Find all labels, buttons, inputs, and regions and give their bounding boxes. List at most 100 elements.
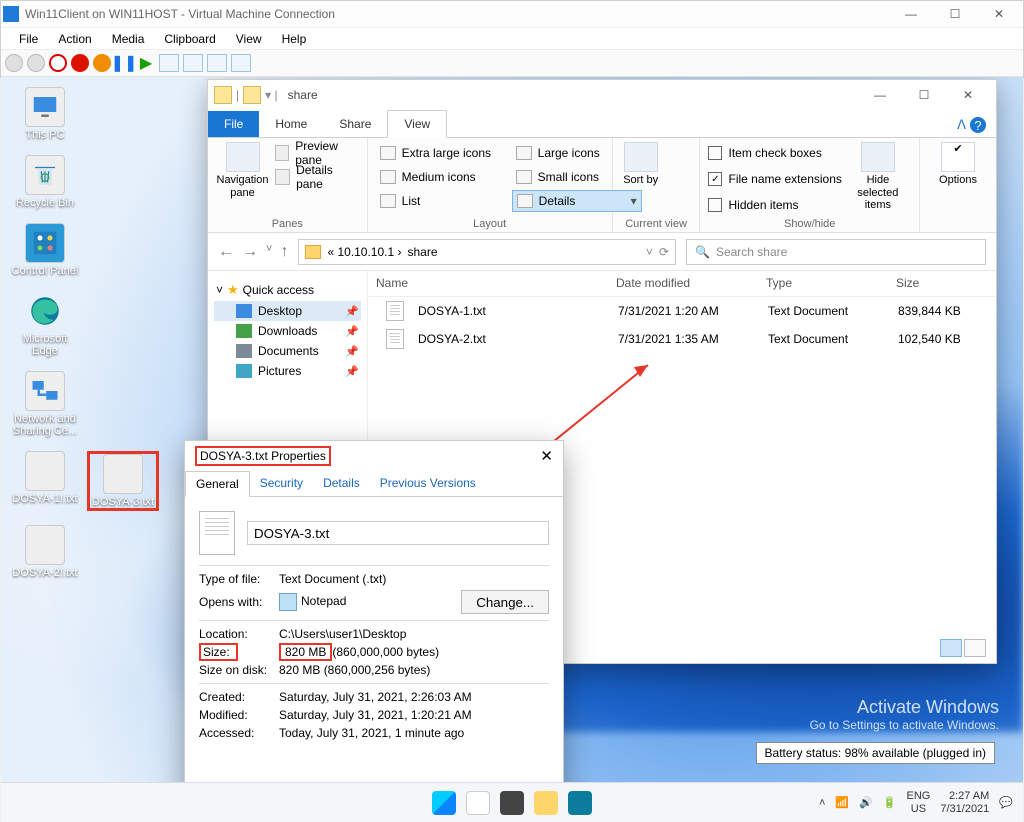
- control-panel-icon[interactable]: Control Panel: [9, 223, 81, 277]
- item-check-boxes-toggle[interactable]: Item check boxes: [708, 142, 841, 164]
- file-row[interactable]: DOSYA-1.txt 7/31/2021 1:20 AM Text Docum…: [368, 297, 996, 325]
- tray-chevron-icon[interactable]: ˄: [819, 797, 825, 809]
- properties-dialog[interactable]: DOSYA-3.txt Properties ✕ General Securit…: [184, 440, 564, 810]
- menu-media[interactable]: Media: [102, 32, 155, 46]
- menu-file[interactable]: File: [9, 32, 48, 46]
- volume-tray-icon[interactable]: 🔊: [859, 796, 873, 809]
- layout-list[interactable]: List: [376, 190, 506, 212]
- breadcrumb-item[interactable]: share: [408, 245, 438, 259]
- group-by-icon[interactable]: [667, 144, 691, 162]
- tab-file[interactable]: File: [208, 111, 259, 137]
- tab-view[interactable]: View: [387, 110, 447, 138]
- menu-clipboard[interactable]: Clipboard: [154, 32, 225, 46]
- file-row[interactable]: DOSYA-2.txt 7/31/2021 1:35 AM Text Docum…: [368, 325, 996, 353]
- desktop-file-dosya1[interactable]: DOSYA-1!.txt: [9, 451, 81, 511]
- notifications-icon[interactable]: 💬: [999, 796, 1013, 809]
- help-icon[interactable]: ?: [970, 117, 986, 133]
- preview-pane-button[interactable]: Preview pane: [275, 142, 359, 164]
- tab-details[interactable]: Details: [313, 471, 370, 496]
- language-indicator[interactable]: ENGUS: [907, 790, 931, 814]
- revert-icon[interactable]: [183, 54, 203, 72]
- save-icon[interactable]: [93, 54, 111, 72]
- icons-view-button[interactable]: [964, 639, 986, 657]
- ctrl-alt-del-icon[interactable]: [5, 54, 23, 72]
- refresh-button[interactable]: ⟳: [659, 245, 669, 259]
- clock[interactable]: 2:27 AM7/31/2021: [940, 790, 989, 814]
- chevron-up-icon[interactable]: ᐱ: [957, 117, 966, 133]
- tab-previous-versions[interactable]: Previous Versions: [370, 471, 486, 496]
- properties-titlebar[interactable]: DOSYA-3.txt Properties ✕: [185, 441, 563, 471]
- col-date[interactable]: Date modified: [608, 271, 758, 296]
- minimize-button[interactable]: —: [889, 1, 933, 27]
- recycle-bin-icon[interactable]: Recycle Bin: [9, 155, 81, 209]
- nav-pictures[interactable]: Pictures📌: [214, 361, 361, 381]
- chevron-down-icon[interactable]: ▾ |: [265, 88, 277, 102]
- menu-view[interactable]: View: [226, 32, 272, 46]
- maximize-button[interactable]: ☐: [933, 1, 977, 27]
- up-button[interactable]: ↑: [280, 243, 288, 261]
- minimize-button[interactable]: —: [858, 80, 902, 110]
- close-button[interactable]: ✕: [946, 80, 990, 110]
- col-size[interactable]: Size: [888, 271, 996, 296]
- start-icon[interactable]: ▶: [137, 54, 155, 72]
- folder-icon[interactable]: [243, 86, 261, 104]
- menu-help[interactable]: Help: [272, 32, 317, 46]
- microsoft-edge-icon[interactable]: Microsoft Edge: [9, 291, 81, 357]
- hide-selected-button[interactable]: Hide selected items: [848, 142, 908, 212]
- tab-home[interactable]: Home: [259, 111, 323, 137]
- close-button[interactable]: ✕: [977, 1, 1021, 27]
- ribbon-help[interactable]: ᐱ?: [947, 113, 996, 137]
- hidden-items-toggle[interactable]: Hidden items: [708, 194, 841, 216]
- network-tray-icon[interactable]: 📶: [835, 796, 849, 809]
- edge-taskbar-icon[interactable]: [568, 791, 592, 815]
- menu-action[interactable]: Action: [48, 32, 101, 46]
- taskview-button[interactable]: [500, 791, 524, 815]
- close-button[interactable]: ✕: [540, 447, 553, 465]
- search-button[interactable]: [466, 791, 490, 815]
- options-button[interactable]: ✔Options: [928, 142, 988, 187]
- desktop-file-dosya2[interactable]: DOSYA-2!.txt: [9, 525, 81, 579]
- history-chevron-icon[interactable]: ˅: [266, 243, 272, 261]
- tab-share[interactable]: Share: [323, 111, 387, 137]
- toolbar-btn[interactable]: [27, 54, 45, 72]
- details-pane-button[interactable]: Details pane: [275, 166, 359, 188]
- this-pc-icon[interactable]: This PC: [9, 87, 81, 141]
- pause-icon[interactable]: ❚❚: [115, 54, 133, 72]
- shutdown-icon[interactable]: [71, 54, 89, 72]
- vm-titlebar[interactable]: Win11Client on WIN11HOST - Virtual Machi…: [1, 1, 1023, 27]
- maximize-button[interactable]: ☐: [902, 80, 946, 110]
- taskbar[interactable]: ˄ 📶 🔊 🔋 ENGUS 2:27 AM7/31/2021 💬: [1, 782, 1023, 822]
- chevron-down-icon[interactable]: ˅: [646, 245, 653, 259]
- forward-button[interactable]: →: [242, 243, 258, 261]
- system-tray[interactable]: ˄ 📶 🔊 🔋 ENGUS 2:27 AM7/31/2021 💬: [819, 790, 1013, 814]
- column-headers[interactable]: Name Date modified Type Size: [368, 271, 996, 297]
- desktop-file-dosya3[interactable]: DOSYA-3.txt: [87, 451, 159, 511]
- nav-downloads[interactable]: Downloads📌: [214, 321, 361, 341]
- details-view-button[interactable]: [940, 639, 962, 657]
- col-name[interactable]: Name: [368, 271, 608, 296]
- turn-off-icon[interactable]: [49, 54, 67, 72]
- network-sharing-icon[interactable]: Network and Sharing Ce...: [9, 371, 81, 437]
- layout-medium[interactable]: Medium icons: [376, 166, 506, 188]
- checkpoint-icon[interactable]: [159, 54, 179, 72]
- tab-security[interactable]: Security: [250, 471, 313, 496]
- col-type[interactable]: Type: [758, 271, 888, 296]
- nav-documents[interactable]: Documents📌: [214, 341, 361, 361]
- battery-tray-icon[interactable]: 🔋: [883, 796, 897, 809]
- enhanced-session-icon[interactable]: [207, 54, 227, 72]
- layout-extra-large[interactable]: Extra large icons: [376, 142, 506, 164]
- explorer-taskbar-icon[interactable]: [534, 791, 558, 815]
- navigation-pane-button[interactable]: Navigation pane: [216, 142, 269, 199]
- file-name-extensions-toggle[interactable]: File name extensions: [708, 168, 841, 190]
- nav-desktop[interactable]: Desktop📌: [214, 301, 361, 321]
- start-button[interactable]: [432, 791, 456, 815]
- share-icon[interactable]: [231, 54, 251, 72]
- back-button[interactable]: ←: [218, 243, 234, 261]
- filename-input[interactable]: [247, 521, 549, 545]
- change-button[interactable]: Change...: [461, 590, 549, 614]
- address-box[interactable]: « 10.10.10.1 › share ˅ ⟳: [298, 239, 676, 265]
- tab-general[interactable]: General: [185, 471, 250, 497]
- sort-by-button[interactable]: Sort by: [621, 142, 661, 187]
- breadcrumb-prefix[interactable]: « 10.10.10.1 ›: [327, 245, 401, 259]
- explorer-titlebar[interactable]: | ▾ | share — ☐ ✕: [208, 80, 996, 110]
